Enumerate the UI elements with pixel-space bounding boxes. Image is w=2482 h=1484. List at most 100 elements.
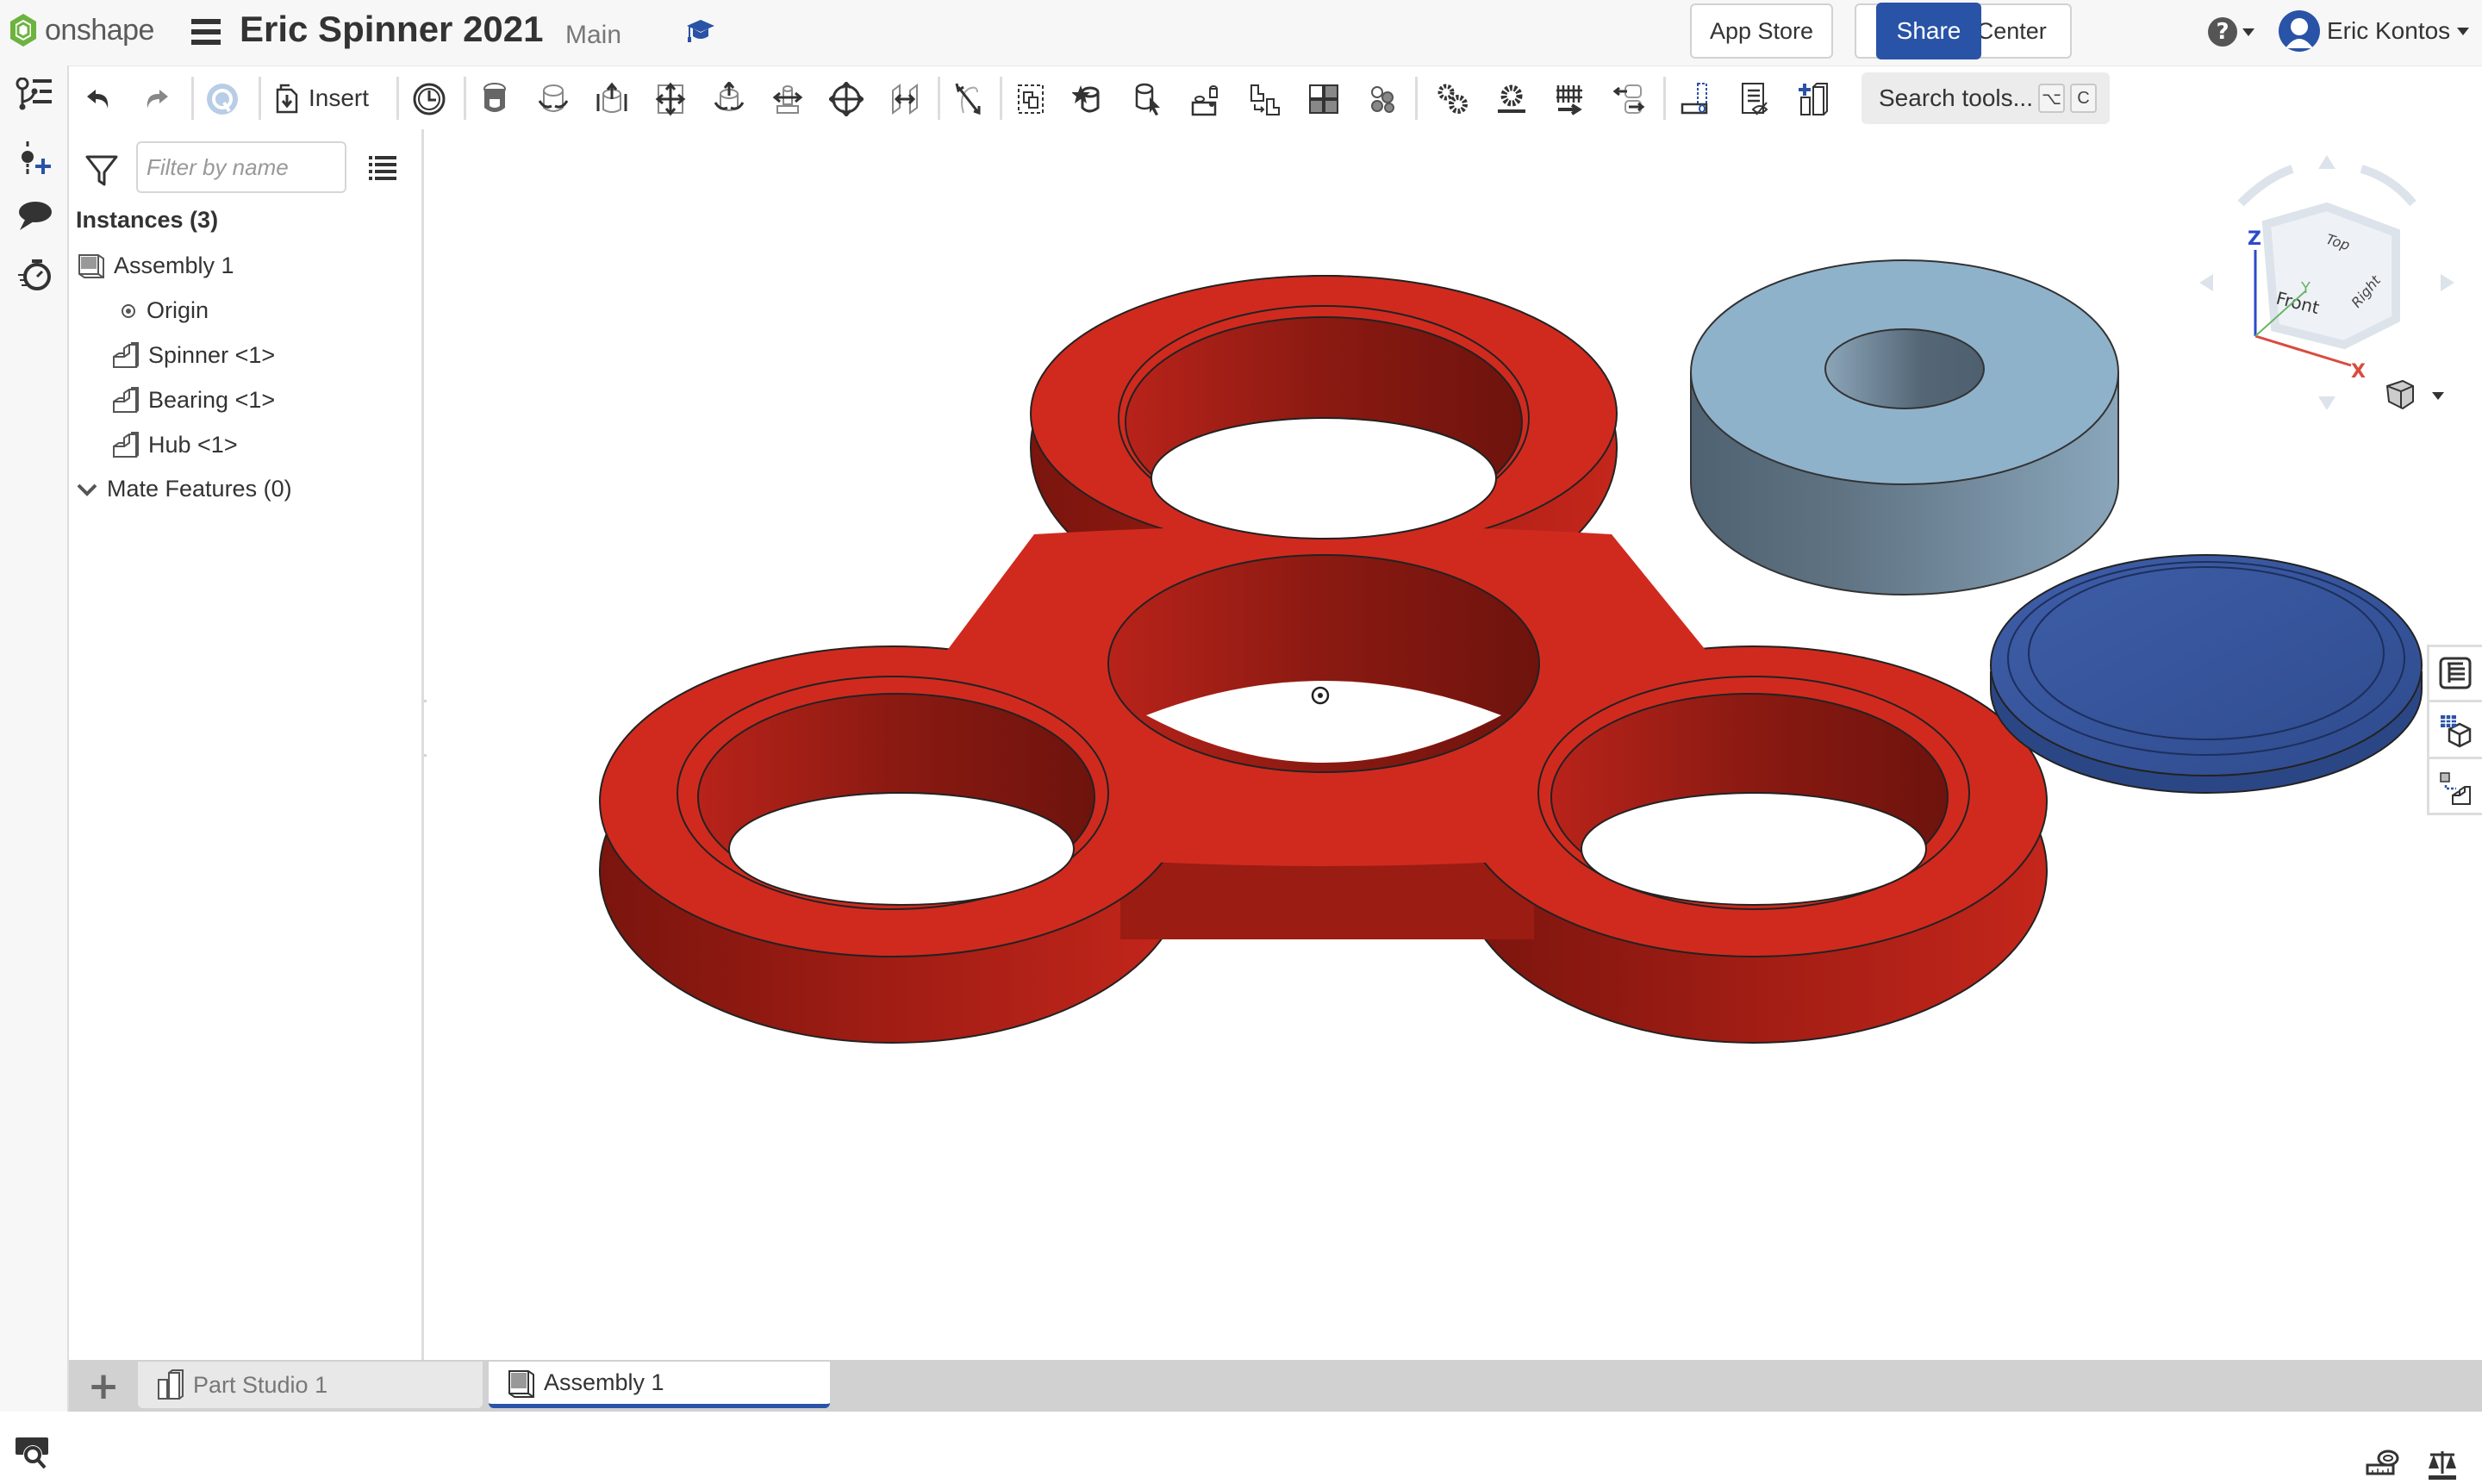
- planar-mate-icon[interactable]: [652, 80, 689, 118]
- slider-mate-icon[interactable]: [593, 80, 631, 118]
- view-options-button[interactable]: [2385, 379, 2444, 410]
- part-connector-icon: [2439, 772, 2471, 805]
- tangent-mate-icon[interactable]: [950, 80, 988, 118]
- revolute-mate-icon[interactable]: [534, 80, 572, 118]
- fastened-mate-icon[interactable]: [476, 80, 514, 118]
- insert-part-studio-icon[interactable]: [1794, 80, 1832, 118]
- section-view-icon[interactable]: [1677, 80, 1715, 118]
- mate-fit-icon[interactable]: [1363, 80, 1401, 118]
- rack-pinion-relation-icon[interactable]: [1493, 80, 1531, 118]
- help-menu-button[interactable]: ?: [2208, 17, 2254, 47]
- mass-properties-scale-icon[interactable]: [2427, 1450, 2461, 1481]
- part-instance-icon: [113, 432, 139, 458]
- bom-list-icon: [2439, 657, 2471, 689]
- gear-relation-icon[interactable]: [1434, 80, 1472, 118]
- tree-item-label: Hub <1>: [148, 431, 238, 458]
- mate-connectors-panel-button[interactable]: [2429, 761, 2482, 816]
- measure-tape-icon[interactable]: [2366, 1450, 2400, 1481]
- onshape-logo[interactable]: onshape: [9, 12, 154, 48]
- bearing-bore: [1824, 328, 1985, 409]
- filter-icon[interactable]: [84, 153, 119, 188]
- toolbar-separator: [191, 77, 194, 120]
- tree-item-spinner[interactable]: Spinner <1>: [112, 341, 275, 369]
- ball-mate-icon[interactable]: [827, 80, 865, 118]
- tab-part-studio-1[interactable]: Part Studio 1: [138, 1362, 483, 1408]
- performance-stopwatch-icon[interactable]: [14, 253, 55, 295]
- brand-name: onshape: [45, 13, 154, 47]
- list-view-icon[interactable]: [369, 155, 396, 181]
- parallel-mate-icon[interactable]: [886, 80, 924, 118]
- assembly-icon: [508, 1369, 534, 1398]
- screw-relation-icon[interactable]: [1551, 80, 1589, 118]
- document-title[interactable]: Eric Spinner 2021: [240, 9, 544, 50]
- configurations-button[interactable]: [2429, 704, 2482, 759]
- model-canvas[interactable]: Top Front Right Z X Y: [427, 129, 2482, 1360]
- x-axis-label: X: [2351, 361, 2366, 383]
- document-tab-bar: + Part Studio 1 Assembly 1: [69, 1360, 2482, 1412]
- filter-by-name-input[interactable]: [136, 141, 346, 193]
- shortcut-key-c: C: [2069, 84, 2097, 113]
- bill-of-materials-button[interactable]: [2429, 647, 2482, 702]
- mate-features-group[interactable]: Mate Features (0): [76, 476, 292, 502]
- mate-connector-icon[interactable]: [1129, 80, 1167, 118]
- chevron-down-icon: [77, 483, 97, 496]
- graphics-viewport[interactable]: Top Front Right Z X Y: [427, 129, 2482, 1480]
- circular-pattern-icon[interactable]: [1246, 80, 1284, 118]
- tree-item-bearing[interactable]: Bearing <1>: [112, 386, 275, 414]
- configurations-icon: [2440, 714, 2471, 747]
- rotate-up-arrow-icon[interactable]: [2318, 155, 2335, 169]
- tree-item-label: Origin: [147, 297, 209, 323]
- mate-features-label: Mate Features (0): [107, 476, 292, 502]
- caret-down-icon: [2457, 27, 2470, 35]
- replicate-icon[interactable]: [1070, 80, 1108, 118]
- group-icon[interactable]: [1012, 80, 1050, 118]
- toolbar-separator: [1415, 77, 1418, 120]
- search-tabs-icon[interactable]: [12, 1436, 53, 1470]
- rotate-left-arrow-icon[interactable]: [2199, 274, 2213, 291]
- insert-mate-connector-icon[interactable]: [14, 138, 55, 179]
- rotate-ccw-arrow-icon[interactable]: [2237, 165, 2294, 207]
- insert-button[interactable]: Insert: [274, 78, 369, 118]
- share-button[interactable]: Share: [1876, 3, 1981, 59]
- toolbar: Insert Search tools... ⌥ C: [0, 65, 2482, 129]
- user-menu-button[interactable]: Eric Kontos: [2279, 10, 2470, 52]
- z-axis-label: Z: [2248, 228, 2261, 250]
- tab-label: Assembly 1: [544, 1369, 664, 1395]
- linear-relation-icon[interactable]: [1610, 80, 1648, 118]
- spinner-right-hole-opening: [1581, 792, 1927, 906]
- toolbar-separator: [259, 77, 261, 120]
- feature-list-icon[interactable]: [14, 74, 55, 115]
- main-menu-button[interactable]: [191, 19, 221, 45]
- branch-name[interactable]: Main: [565, 21, 621, 50]
- explode-icon[interactable]: [1305, 80, 1343, 118]
- named-positions-icon[interactable]: [410, 80, 448, 118]
- rotate-right-arrow-icon[interactable]: [2441, 274, 2454, 291]
- rotate-cw-arrow-icon[interactable]: [2360, 165, 2417, 207]
- search-tools-input[interactable]: Search tools... ⌥ C: [1862, 72, 2110, 124]
- tree-item-assembly[interactable]: Assembly 1: [78, 252, 234, 279]
- comments-icon[interactable]: [14, 195, 55, 236]
- add-tab-button[interactable]: +: [84, 1364, 122, 1408]
- render-studio-icon[interactable]: [203, 80, 241, 118]
- linear-pattern-icon[interactable]: [1188, 80, 1225, 118]
- spinner-top-hole-opening: [1151, 417, 1497, 539]
- cylindrical-mate-icon[interactable]: [710, 80, 748, 118]
- user-avatar-icon: [2279, 10, 2320, 52]
- pin-slot-mate-icon[interactable]: [769, 80, 807, 118]
- redo-icon[interactable]: [138, 80, 176, 118]
- y-axis-label: Y: [2300, 279, 2311, 297]
- learning-graduation-cap-icon[interactable]: [686, 17, 715, 45]
- hub-part[interactable]: [1990, 554, 2423, 794]
- tree-item-origin[interactable]: Origin: [119, 297, 209, 324]
- rotate-down-arrow-icon[interactable]: [2318, 396, 2335, 410]
- app-store-button[interactable]: App Store: [1690, 3, 1833, 59]
- tree-item-hub[interactable]: Hub <1>: [112, 431, 238, 458]
- display-states-icon[interactable]: [1736, 80, 1774, 118]
- view-cube-body[interactable]: [2261, 202, 2400, 350]
- right-tools-panel: [2427, 645, 2482, 815]
- tab-assembly-1[interactable]: Assembly 1: [489, 1362, 830, 1408]
- view-cube[interactable]: Top Front Right Z X Y: [2199, 155, 2454, 410]
- bearing-part[interactable]: [1690, 259, 2119, 595]
- undo-icon[interactable]: [79, 80, 117, 118]
- hub-top-face: [1990, 554, 2423, 776]
